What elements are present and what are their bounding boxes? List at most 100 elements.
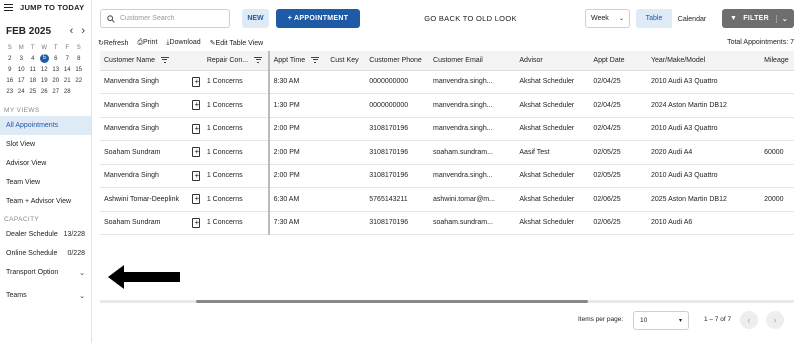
calendar-day[interactable]: 8 [73,56,85,62]
refresh-button[interactable]: ↻Refresh [98,39,128,47]
sidebar-view-item[interactable]: Advisor View [0,154,91,173]
table-cell [760,93,794,118]
sidebar-view-item[interactable]: Slot View [0,135,91,154]
search-input[interactable] [120,15,220,22]
calendar-day[interactable]: 16 [4,78,16,84]
column-filter-icon[interactable] [160,56,169,63]
calendar-day[interactable]: 10 [16,67,28,73]
column-header[interactable]: Appt Time [268,51,327,71]
column-header-label: Year/Make/Model [651,56,706,64]
table-row[interactable]: Soaham Sundram 1 Concerns2:00 PM 310817019… [100,140,794,165]
table-view-toggle[interactable]: Table [636,9,672,28]
column-header[interactable]: Mileage [760,51,794,71]
column-header[interactable]: Cust Key [326,51,366,71]
calendar-day[interactable]: 13 [50,67,62,73]
add-note-icon[interactable] [192,217,201,229]
column-filter-icon[interactable] [311,56,320,63]
table-cell [326,140,366,165]
weekday-label: S [7,44,12,51]
horizontal-scrollbar[interactable] [196,300,588,303]
online-schedule-label: Online Schedule [6,250,58,257]
new-button[interactable]: NEW [242,9,269,28]
calendar-day[interactable]: 3 [16,56,28,62]
previous-page-button[interactable]: ‹ [740,311,758,329]
calendar-day[interactable]: 19 [39,78,51,84]
jump-to-today-label[interactable]: JUMP TO TODAY [20,3,84,12]
calendar-day[interactable]: 28 [62,89,74,95]
table-cell: Manvendra Singh [100,117,185,141]
calendar-day[interactable]: 14 [62,67,74,73]
chevron-left-icon[interactable]: ‹ [70,25,74,37]
calendar-day[interactable]: 7 [62,56,74,62]
table-row[interactable]: Manvendra Singh 1 Concerns1:30 PM 00000000… [100,93,794,118]
calendar-day[interactable]: 18 [27,78,39,84]
column-header[interactable]: Repair Con... [202,51,270,71]
calendar-day[interactable]: 25 [27,89,39,95]
column-header[interactable]: Customer Phone [365,51,430,71]
table-row[interactable]: Ashwini Tomar-Deeplink 1 Concerns6:30 AM 5… [100,187,794,212]
calendar-day[interactable]: 23 [4,89,16,95]
calendar-day[interactable]: 17 [16,78,28,84]
add-note-icon[interactable] [192,170,201,182]
add-note-icon[interactable] [192,76,201,88]
add-note-icon[interactable] [192,99,201,111]
calendar-day[interactable]: 26 [39,89,51,95]
old-look-button[interactable]: GO BACK TO OLD LOOK [418,9,523,28]
weekday-label: M [18,44,24,51]
table-row[interactable]: Manvendra Singh 1 Concerns8:30 AM 00000000… [100,70,794,94]
table-row[interactable]: Manvendra Singh 1 Concerns2:00 PM 31081701… [100,117,794,141]
table-row[interactable]: Manvendra Singh 1 Concerns2:00 PM 31081701… [100,164,794,188]
download-button[interactable]: ⤓Download [166,39,200,47]
calendar-day[interactable]: 27 [50,89,62,95]
calendar-week: 9 10 11 12 13 14 15 [4,64,87,75]
table-cell: Akshat Scheduler [515,164,590,188]
calendar-day[interactable]: 15 [73,67,85,73]
next-page-button[interactable]: › [766,311,784,329]
calendar-day[interactable]: 6 [50,56,62,62]
add-appointment-button[interactable]: + APPOINTMENT [276,9,360,28]
calendar-view-toggle[interactable]: Calendar [672,9,712,28]
week-select[interactable]: Week ⌄ [585,9,630,28]
column-header[interactable]: Customer Email [429,51,516,71]
column-header[interactable]: Appt Date [589,51,647,71]
table-cell: 1 Concerns [202,164,270,188]
sidebar-view-item[interactable]: Team + Advisor View [0,192,91,211]
filter-button[interactable]: ▼ FILTER ⌄ [722,9,794,28]
calendar-day[interactable]: 9 [4,67,16,73]
table-cell: 02/04/25 [589,117,647,141]
dealer-schedule-value: 13/228 [63,231,85,238]
calendar-day[interactable]: 11 [27,67,39,73]
calendar-day[interactable]: 12 [39,67,51,73]
add-note-icon[interactable] [192,193,201,205]
calendar-day[interactable]: 22 [73,78,85,84]
teams-dropdown[interactable]: Teams ⌄ [0,286,91,305]
calendar-day[interactable]: 5 [39,54,49,63]
table-cell: 1 Concerns [202,140,270,165]
calendar-day[interactable]: 4 [27,56,39,62]
chevron-right-icon[interactable]: › [81,25,85,37]
sidebar-view-item[interactable]: All Appointments [0,116,91,135]
column-header-label: Appt Date [593,56,625,64]
column-filter-icon[interactable] [254,56,263,63]
jump-to-today[interactable]: JUMP TO TODAY [0,0,91,14]
weekday-label: W [41,44,48,51]
items-per-page-select[interactable]: 10 ▾ [633,311,689,330]
calendar-day[interactable]: 24 [16,89,28,95]
table-cell: 2010 Audi A3 Quattro [647,117,761,141]
edit-table-view-button[interactable]: ✎Edit Table View [210,39,263,47]
menu-icon[interactable] [4,3,13,11]
column-header[interactable]: Advisor [515,51,590,71]
print-button[interactable]: ⎙Print [137,39,157,47]
table-row[interactable]: Soaham Sundram 1 Concerns7:30 AM 310817019… [100,211,794,235]
column-header[interactable]: Year/Make/Model [647,51,761,71]
add-note-icon[interactable] [192,146,201,158]
calendar-day[interactable]: 21 [62,78,74,84]
search-box[interactable] [100,9,230,28]
transport-option-dropdown[interactable]: Transport Option ⌄ [0,263,91,282]
sidebar-view-item[interactable]: Team View [0,173,91,192]
calendar-day[interactable]: 20 [50,78,62,84]
add-note-icon[interactable] [192,123,201,135]
calendar-header: FEB 2025 ‹ › [0,14,91,40]
calendar-day[interactable]: 2 [4,56,16,62]
column-header[interactable]: Customer Name [100,51,185,71]
